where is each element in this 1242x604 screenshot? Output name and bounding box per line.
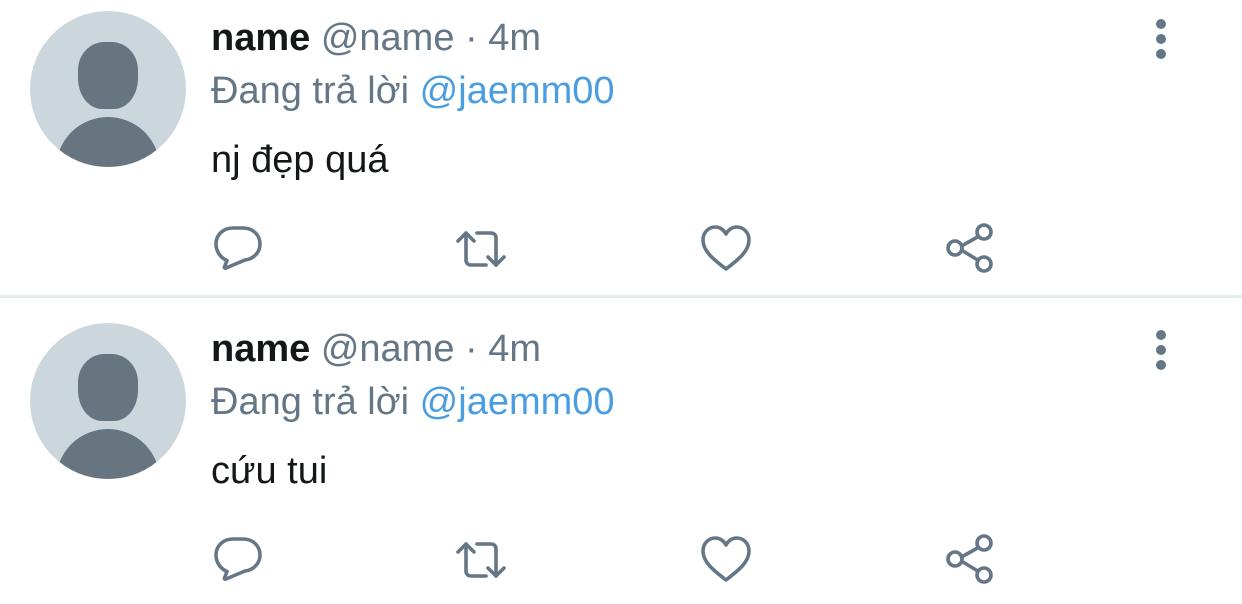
heart-icon <box>701 225 751 271</box>
share-icon <box>946 223 993 273</box>
tweet-header: name @name · 4m <box>211 16 541 60</box>
timestamp[interactable]: 4m <box>488 328 541 370</box>
reply-button[interactable] <box>212 533 264 585</box>
share-button[interactable] <box>944 533 996 585</box>
retweet-icon <box>456 231 506 267</box>
avatar[interactable] <box>30 11 186 167</box>
share-icon <box>946 534 993 584</box>
more-vertical-icon <box>1156 19 1166 59</box>
like-button[interactable] <box>700 533 752 585</box>
mention-link[interactable]: @jaemm00 <box>420 381 615 423</box>
avatar-shoulders <box>56 429 160 479</box>
heart-icon <box>701 536 751 582</box>
reply-icon <box>214 226 262 270</box>
more-options-button[interactable] <box>1146 18 1176 60</box>
retweet-button[interactable] <box>455 533 507 585</box>
avatar[interactable] <box>30 323 186 479</box>
tweet-text: nj đẹp quá <box>211 139 389 181</box>
separator-dot: · <box>465 17 478 59</box>
user-handle[interactable]: @name <box>321 328 455 370</box>
tweet[interactable]: name @name · 4m Đang trả lời @jaemm00 cứ… <box>0 299 1242 604</box>
more-options-button[interactable] <box>1146 329 1176 371</box>
replying-to: Đang trả lời @jaemm00 <box>211 379 615 425</box>
replying-to: Đang trả lời @jaemm00 <box>211 68 615 114</box>
avatar-head <box>78 354 138 421</box>
tweet[interactable]: name @name · 4m Đang trả lời @jaemm00 nj… <box>0 0 1242 296</box>
avatar-shoulders <box>56 117 160 167</box>
display-name[interactable]: name <box>211 328 310 370</box>
like-button[interactable] <box>700 222 752 274</box>
replying-to-label: Đang trả lời <box>211 70 410 112</box>
reply-icon <box>214 537 262 581</box>
reply-button[interactable] <box>212 222 264 274</box>
share-button[interactable] <box>944 222 996 274</box>
replying-to-label: Đang trả lời <box>211 381 410 423</box>
timestamp[interactable]: 4m <box>488 17 541 59</box>
retweet-icon <box>456 542 506 578</box>
mention-link[interactable]: @jaemm00 <box>420 70 615 112</box>
avatar-head <box>78 42 138 109</box>
tweet-header: name @name · 4m <box>211 327 541 371</box>
user-handle[interactable]: @name <box>321 17 455 59</box>
tweet-text: cứu tui <box>211 450 328 492</box>
tweet-divider <box>0 295 1242 298</box>
more-vertical-icon <box>1156 330 1166 370</box>
display-name[interactable]: name <box>211 17 310 59</box>
retweet-button[interactable] <box>455 222 507 274</box>
separator-dot: · <box>465 328 478 370</box>
